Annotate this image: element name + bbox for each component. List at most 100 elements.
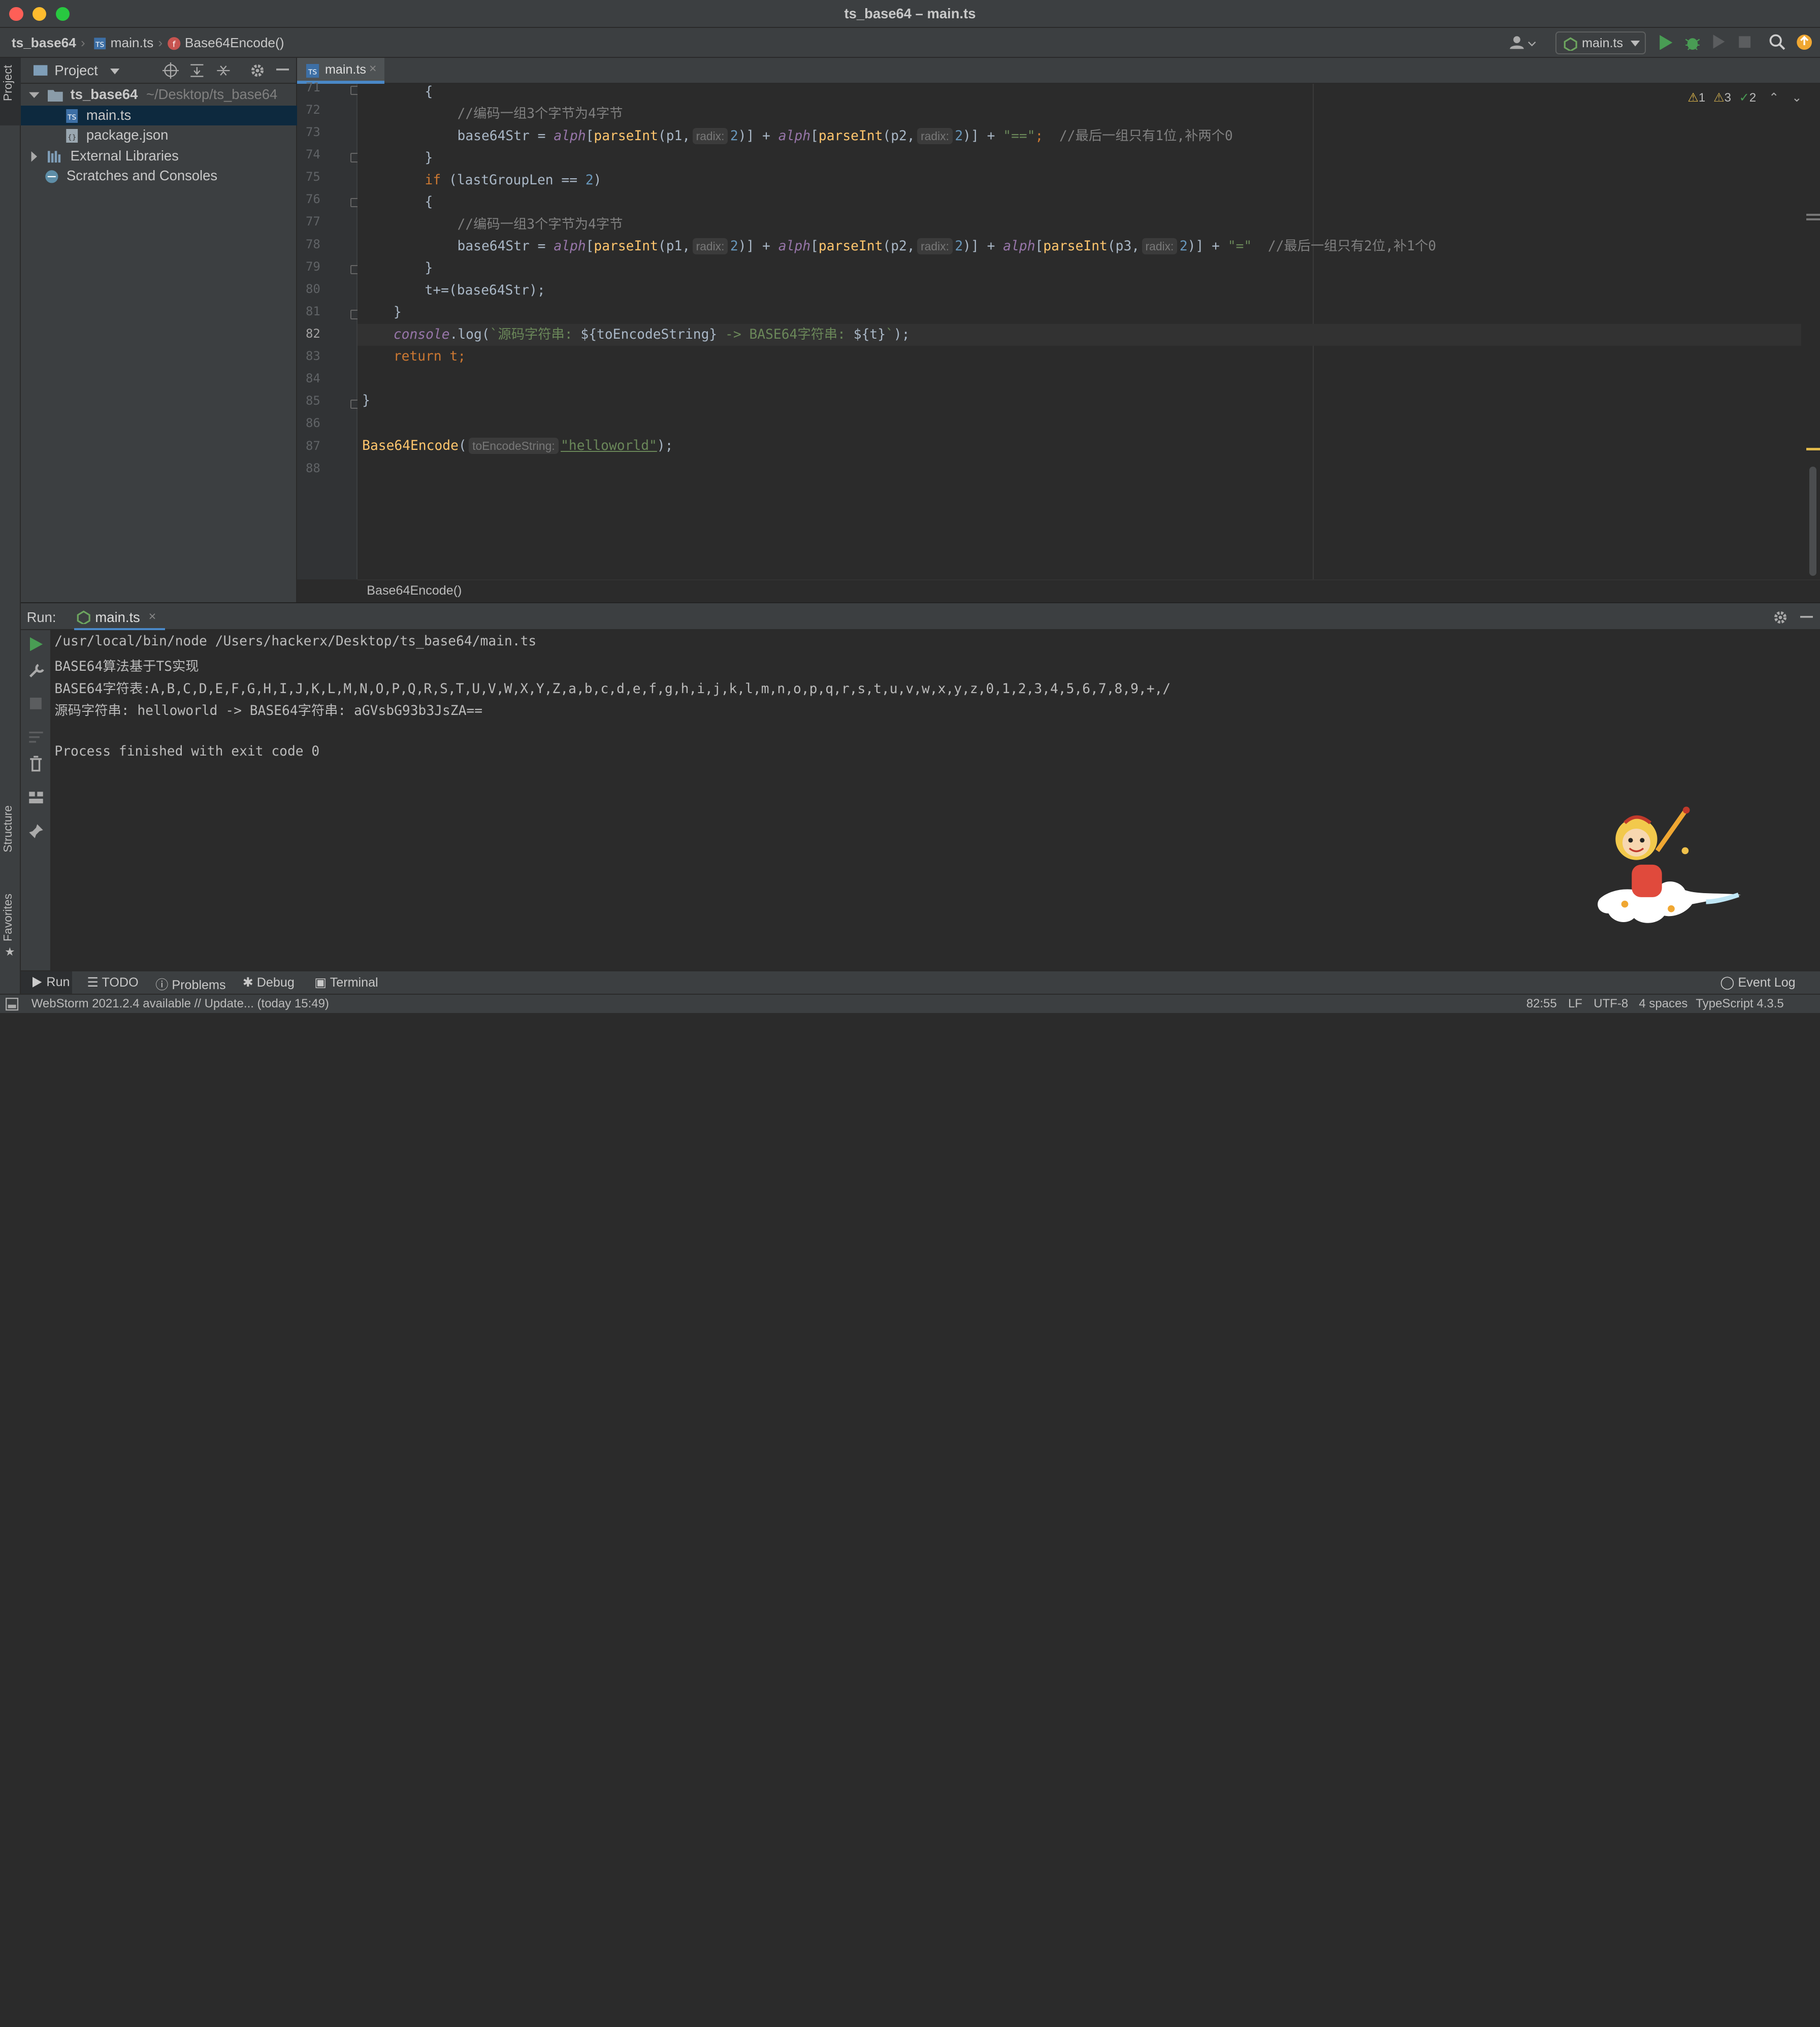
line-number: 80 <box>305 281 320 296</box>
account-icon[interactable] <box>1509 35 1539 51</box>
coverage-icon[interactable] <box>1711 34 1727 51</box>
project-tool-button[interactable]: Project <box>0 58 21 125</box>
layout-icon[interactable] <box>28 791 44 804</box>
editor-scrollbar[interactable] <box>1809 466 1817 576</box>
update-icon[interactable] <box>1796 34 1813 51</box>
chevron-right-icon <box>31 151 38 162</box>
debug-tool-button[interactable]: ✱ Debug <box>243 975 295 990</box>
previous-highlight-icon[interactable]: ⌃ <box>1769 91 1779 105</box>
window-title: ts_base64 – main.ts <box>844 6 976 22</box>
line-number: 84 <box>305 371 320 386</box>
minimize-panel-icon[interactable] <box>276 68 289 72</box>
line-number: 86 <box>305 416 320 431</box>
line-number: 79 <box>305 259 320 274</box>
list-icon: ☰ <box>87 975 99 990</box>
breadcrumb-project[interactable]: ts_base64 › <box>12 35 90 51</box>
console-line: BASE64字符表:A,B,C,D,E,F,G,H,I,J,K,L,M,N,O,… <box>54 681 1171 697</box>
code-line-71: { <box>425 84 433 100</box>
line-number: 78 <box>305 237 320 251</box>
editor-breadcrumb[interactable]: Base64Encode() <box>367 583 462 598</box>
line-number: 87 <box>305 438 320 453</box>
soft-wrap-icon[interactable] <box>28 730 44 744</box>
next-highlight-icon[interactable]: ⌄ <box>1792 91 1802 105</box>
editor-tabs: TS main.ts × <box>297 58 1820 84</box>
monkey-king-mascot-icon <box>1598 806 1741 923</box>
warning-scroll-marker <box>1806 448 1820 450</box>
code-editor[interactable]: { //编码一组3个字节为4字节 base64Str = alph[parseI… <box>357 83 1820 579</box>
scratches-icon <box>45 170 58 183</box>
caret-position[interactable]: 82:55 <box>1526 997 1557 1011</box>
line-number: 82 <box>305 326 320 341</box>
close-tab-icon[interactable]: × <box>149 609 156 624</box>
svg-text:TS: TS <box>95 41 104 49</box>
stop-icon[interactable] <box>30 697 42 709</box>
stop-icon[interactable] <box>1738 35 1751 49</box>
problems-tool-button[interactable]: ⓘ Problems <box>155 975 225 993</box>
trash-icon[interactable] <box>29 756 43 772</box>
code-line-85: } <box>362 393 370 408</box>
chevron-down-icon[interactable] <box>110 68 120 76</box>
code-line-77: //编码一组3个字节为4字节 <box>457 216 623 232</box>
tree-root[interactable]: ts_base64 ~/Desktop/ts_base64 <box>21 85 297 105</box>
wrench-icon[interactable] <box>28 663 44 679</box>
library-icon <box>48 151 61 163</box>
typescript-file-icon: TS <box>94 38 106 50</box>
line-number: 74 <box>305 147 320 162</box>
code-line-83: return t; <box>393 349 466 365</box>
json-file-icon: {} <box>66 128 78 143</box>
project-view-select[interactable]: Project <box>54 62 98 79</box>
run-icon[interactable] <box>1659 35 1673 50</box>
close-tab-icon[interactable]: × <box>369 61 377 76</box>
run-config-select[interactable]: main.ts <box>1555 31 1646 55</box>
line-number: 81 <box>305 304 320 318</box>
svg-text:f: f <box>173 39 176 49</box>
tree-item-main-ts[interactable]: TS main.ts <box>21 105 298 125</box>
check-icon: ✓ <box>1739 91 1749 105</box>
expand-all-icon[interactable] <box>189 62 205 79</box>
tree-item-package-json[interactable]: {} package.json <box>21 125 297 145</box>
code-line-74: } <box>425 150 433 166</box>
status-bar: WebStorm 2021.2.4 available // Update...… <box>0 993 1820 1014</box>
star-icon: ★ <box>5 944 15 958</box>
tree-item-scratches[interactable]: Scratches and Consoles <box>21 166 297 186</box>
language-service[interactable]: TypeScript 4.3.5 <box>1696 997 1783 1011</box>
typescript-file-icon: TS <box>306 63 319 78</box>
nodejs-icon <box>1564 37 1577 51</box>
line-separator[interactable]: LF <box>1568 997 1582 1011</box>
breadcrumb-file[interactable]: TS main.ts › <box>93 35 167 51</box>
line-number: 73 <box>305 124 320 139</box>
indent-setting[interactable]: 4 spaces <box>1639 997 1687 1011</box>
tree-item-external-libraries[interactable]: External Libraries <box>21 146 297 166</box>
run-tool-button[interactable]: Run <box>21 971 72 995</box>
file-encoding[interactable]: UTF-8 <box>1594 997 1628 1011</box>
inspection-widget[interactable]: ⚠1 ⚠3 ✓2 ⌃ ⌄ <box>1687 90 1802 107</box>
event-log-tool-button[interactable]: ◯ Event Log <box>1720 975 1795 990</box>
structure-tool-button[interactable]: Structure <box>0 801 21 877</box>
project-panel: Project ts_base64 ~/Desktop/ts_base64 TS… <box>21 58 298 603</box>
chevron-down-icon <box>29 92 40 99</box>
collapse-all-icon[interactable] <box>216 62 231 79</box>
minimize-panel-icon[interactable] <box>1800 616 1813 619</box>
debug-icon[interactable] <box>1684 34 1701 51</box>
locate-icon[interactable] <box>162 62 179 79</box>
favorites-tool-button[interactable]: Favorites ★ <box>0 889 21 968</box>
pin-icon[interactable] <box>28 823 44 839</box>
run-tab-main-ts[interactable]: main.ts × <box>74 603 165 632</box>
gear-icon[interactable] <box>249 62 266 79</box>
todo-tool-button[interactable]: ☰ TODO <box>87 975 138 990</box>
terminal-tool-button[interactable]: ▣ Terminal <box>314 975 378 990</box>
scroll-marker <box>1806 218 1820 221</box>
console-output[interactable]: /usr/local/bin/node /Users/hackerx/Deskt… <box>51 630 1820 970</box>
update-notification[interactable]: WebStorm 2021.2.4 available // Update...… <box>31 997 329 1011</box>
editor-breadcrumb-bar: Base64Encode() <box>357 579 1820 603</box>
typescript-file-icon: TS <box>66 109 78 123</box>
search-icon[interactable] <box>1769 34 1786 51</box>
gear-icon[interactable] <box>1772 609 1789 626</box>
toggle-tool-windows-icon[interactable] <box>6 998 19 1011</box>
code-line-75: if (lastGroupLen == 2) <box>425 172 602 188</box>
breadcrumb-function[interactable]: f Base64Encode() <box>167 35 284 51</box>
svg-text:TS: TS <box>67 114 76 122</box>
rerun-icon[interactable] <box>30 637 43 651</box>
code-line-79: } <box>425 260 433 276</box>
terminal-icon: ▣ <box>314 975 327 990</box>
